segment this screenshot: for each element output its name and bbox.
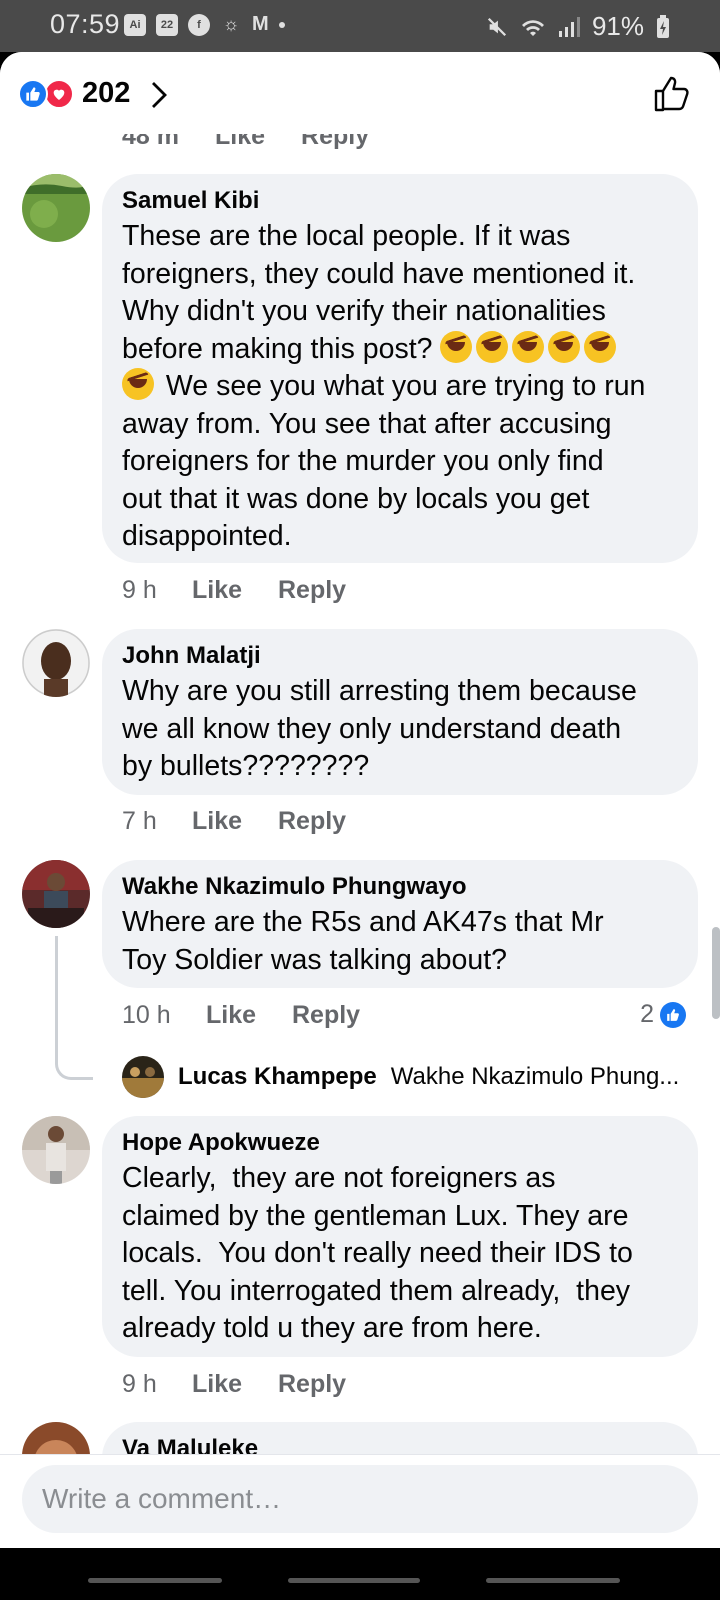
- comment-author[interactable]: Wakhe Nkazimulo Phungwayo: [122, 872, 678, 902]
- mute-icon: [487, 17, 507, 36]
- scrollbar[interactable]: [712, 927, 720, 1019]
- status-bar: 07:59 Ai 22 f ☼ M 91%: [0, 0, 720, 52]
- comment-author[interactable]: John Malatji: [122, 641, 678, 671]
- comment-bubble[interactable]: John Malatji Why are you still arresting…: [102, 629, 698, 795]
- comment-line: foreigners for the murder you only find: [122, 445, 604, 477]
- comment-line-text: before making this post?: [122, 332, 433, 365]
- facebook-icon: f: [188, 13, 210, 36]
- laughing-emoji-icon: [548, 330, 581, 363]
- comment-line: claimed by the gentleman Lux. They are: [122, 1199, 629, 1232]
- comment-line: We see you what you are trying to run: [122, 368, 678, 406]
- comment-line-text: We see you what you are trying to run: [165, 370, 646, 402]
- avatar[interactable]: [22, 860, 90, 928]
- reply-button[interactable]: Reply: [278, 1370, 346, 1399]
- laughing-emoji-icon: [512, 330, 545, 363]
- comment-line: tell. You interrogated them already, the…: [122, 1274, 631, 1307]
- like-button[interactable]: Like: [192, 576, 278, 605]
- avatar[interactable]: [22, 629, 90, 697]
- battery-percent: 91%: [591, 11, 644, 41]
- notification-icons: Ai 22 f ☼ M: [124, 13, 285, 36]
- laughing-emoji-icon: [476, 330, 509, 363]
- comment-actions: 9 h Like Reply: [122, 576, 346, 605]
- comment-line: we all know they only understand death: [122, 712, 622, 745]
- laughing-emoji-icon: [122, 368, 154, 400]
- love-reaction-icon: [44, 79, 74, 109]
- like-button[interactable]: Like: [192, 1370, 278, 1399]
- comment-actions: 7 h Like Reply: [122, 807, 346, 836]
- comments-sheet: 48 m Like Reply 202 Samuel Kibi These ar…: [0, 52, 720, 1548]
- comment-time: 9 h: [122, 576, 157, 604]
- reply-button[interactable]: Reply: [278, 576, 346, 605]
- chevron-right-icon[interactable]: [150, 80, 168, 110]
- comment-time: 7 h: [122, 807, 157, 835]
- like-button[interactable]: Like: [206, 1001, 292, 1030]
- comment-line: Toy Soldier was talking about?: [122, 943, 507, 976]
- comment-bubble[interactable]: Wakhe Nkazimulo Phungwayo Where are the …: [102, 860, 698, 988]
- comment-text: These are the local people. If it was fo…: [122, 218, 678, 556]
- reply-text: Wakhe Nkazimulo Phung...: [390, 1063, 680, 1090]
- reactions-header[interactable]: 202: [0, 52, 720, 134]
- like-button[interactable]: Like: [192, 807, 278, 836]
- laughing-emoji-icon: [440, 330, 473, 363]
- comment-author[interactable]: Samuel Kibi: [122, 186, 678, 216]
- avatar[interactable]: [22, 1116, 90, 1184]
- navigation-bar: [0, 1548, 720, 1600]
- comment-reactions[interactable]: 2: [640, 1000, 686, 1029]
- reaction-count: 2: [640, 1000, 654, 1028]
- gmail-icon: M: [252, 13, 269, 35]
- comment-line: disappointed.: [122, 520, 292, 552]
- avatar[interactable]: [22, 174, 90, 242]
- comment-line: by bullets????????: [122, 750, 370, 782]
- comment-line: foreigners, they could have mentioned it…: [122, 257, 636, 290]
- laughing-emoji-icon: [584, 330, 617, 363]
- avatar[interactable]: [122, 1056, 164, 1098]
- comment-time: 10 h: [122, 1001, 171, 1029]
- comment-line: away from. You see that after accusing: [122, 407, 612, 440]
- like-reaction-icon: [18, 79, 48, 109]
- comment-author[interactable]: Hope Apokwueze: [122, 1128, 678, 1158]
- comment-line: Why are you still arresting them because: [122, 675, 637, 707]
- like-post-icon[interactable]: [652, 74, 692, 114]
- comment-text: Where are the R5s and AK47s that Mr Toy …: [122, 904, 678, 979]
- nav-back[interactable]: [486, 1578, 620, 1583]
- wifi-icon: [521, 19, 544, 36]
- nav-recents[interactable]: [88, 1578, 222, 1583]
- like-reaction-icon: [660, 1001, 686, 1028]
- reply-button[interactable]: Reply: [278, 807, 346, 836]
- reply-thread-line: [55, 936, 93, 1080]
- comment-actions: 9 h Like Reply: [122, 1370, 346, 1399]
- comment-text: Why are you still arresting them because…: [122, 673, 678, 786]
- comment-line: already told u they are from here.: [122, 1312, 542, 1344]
- comment-time: 9 h: [122, 1370, 157, 1398]
- comment-line: Clearly, they are not foreigners as: [122, 1162, 556, 1194]
- comment-line: out that it was done by locals you get: [122, 482, 590, 515]
- comment-line: Why didn't you verify their nationalitie…: [122, 295, 606, 327]
- calendar-icon: 22: [156, 13, 178, 36]
- battery-charging-icon: [657, 14, 669, 38]
- comment-text: Clearly, they are not foreigners as clai…: [122, 1160, 678, 1348]
- comment-line: locals. You don't really need their IDS …: [122, 1237, 633, 1269]
- reply-button[interactable]: Reply: [292, 1001, 360, 1030]
- reply-author: Lucas Khampepe: [178, 1063, 377, 1090]
- comment-bubble[interactable]: Hope Apokwueze Clearly, they are not for…: [102, 1116, 698, 1357]
- comment-input[interactable]: [22, 1465, 698, 1533]
- status-time: 07:59: [50, 9, 121, 39]
- system-icons: 91%: [486, 11, 670, 42]
- reaction-count: 202: [82, 77, 131, 109]
- snapchat-icon: ☼: [222, 14, 240, 34]
- comment-line: Where are the R5s and AK47s that Mr: [122, 906, 604, 938]
- comment-line: These are the local people. If it was: [122, 220, 571, 252]
- more-notifications-dot: [278, 21, 285, 28]
- comment-bubble[interactable]: Samuel Kibi These are the local people. …: [102, 174, 698, 563]
- reply-preview[interactable]: Lucas Khampepe Wakhe Nkazimulo Phung...: [122, 1056, 679, 1098]
- comment-actions: 10 h Like Reply: [122, 1001, 360, 1030]
- ai-icon: Ai: [124, 13, 146, 36]
- comment-line: before making this post?: [122, 330, 678, 369]
- nav-home[interactable]: [288, 1578, 420, 1583]
- comment-composer: [0, 1454, 720, 1548]
- signal-icon: [558, 16, 580, 37]
